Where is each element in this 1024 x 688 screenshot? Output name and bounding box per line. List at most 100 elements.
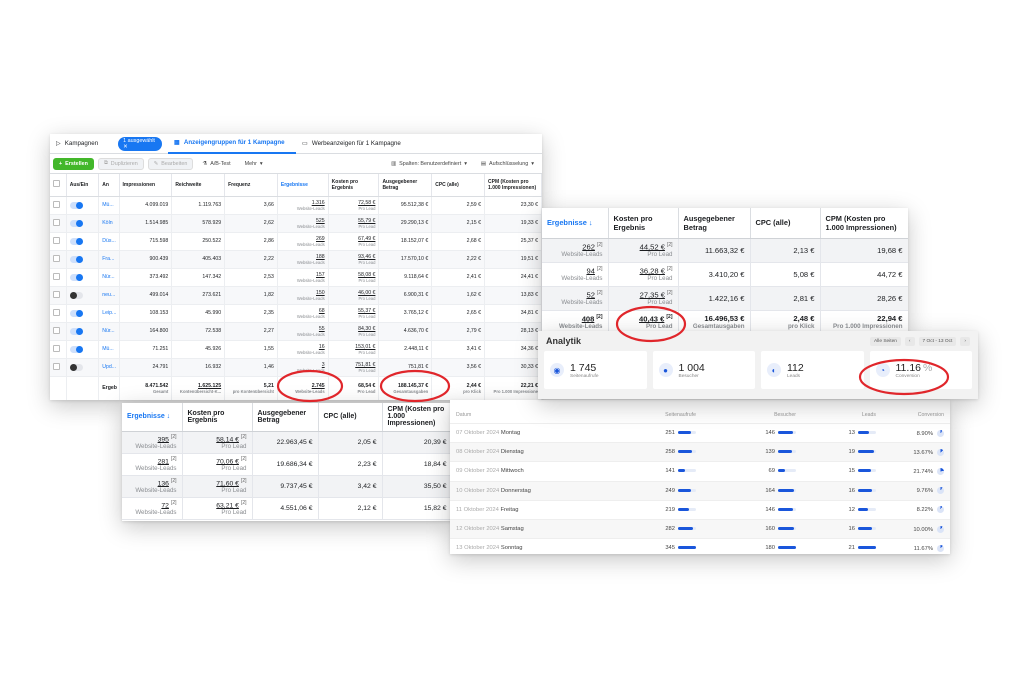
status-toggle[interactable]: [69, 219, 83, 227]
header-results[interactable]: Ergebnisse ↓: [122, 403, 183, 432]
results-value[interactable]: 3: [322, 362, 325, 368]
toggle-cell[interactable]: [66, 268, 100, 287]
row-checkbox-cell[interactable]: [50, 268, 67, 287]
toggle-cell[interactable]: [66, 250, 100, 269]
results-value[interactable]: 72: [161, 502, 169, 509]
col-date[interactable]: Datum: [456, 412, 596, 418]
row-checkbox-cell[interactable]: [50, 304, 67, 323]
cost-value[interactable]: 70,06 €: [216, 458, 239, 465]
cost-value[interactable]: 84,30 €: [358, 326, 375, 332]
prev-week-button[interactable]: ‹: [904, 336, 915, 346]
cost-value[interactable]: 93,46 €: [358, 254, 375, 260]
daily-row[interactable]: 09 Oktober 2024 Mittwoch 141 69 15 21.74%: [450, 462, 950, 482]
row-checkbox-cell[interactable]: [50, 214, 67, 233]
daily-row[interactable]: 07 Oktober 2024 Montag 251 146 13 8.90%: [450, 424, 950, 444]
abtest-button[interactable]: ⚗ A/B-Test: [197, 157, 236, 170]
duplicate-button[interactable]: ⧉ Duplizieren: [97, 157, 144, 170]
status-toggle[interactable]: [69, 345, 83, 353]
status-toggle[interactable]: [69, 363, 83, 371]
col-views[interactable]: Seitenaufrufe: [596, 412, 696, 418]
select-all-checkbox[interactable]: [53, 180, 60, 188]
cost-value[interactable]: 67,49 €: [358, 236, 375, 242]
table-row[interactable]: Nür... 164.800 72.538 2,27 55 Website-Leads 84…: [50, 322, 542, 341]
results-value[interactable]: 16: [319, 344, 325, 350]
row-checkbox-cell[interactable]: [50, 196, 67, 215]
row-checkbox[interactable]: [53, 326, 60, 334]
stat-card-besucher[interactable]: ● 1 004 Besucher: [652, 351, 755, 389]
toggle-cell[interactable]: [66, 322, 100, 341]
row-checkbox[interactable]: [53, 200, 60, 208]
adset-name[interactable]: Nür...: [98, 322, 120, 341]
header-cpm[interactable]: CPM (Kosten pro 1.000 Impressionen): [820, 208, 908, 239]
row-checkbox[interactable]: [53, 254, 60, 262]
toggle-cell[interactable]: [66, 196, 100, 215]
table-row[interactable]: Fra... 900.439 405.403 2,22 188 Website-Leads…: [50, 250, 542, 269]
toggle-cell[interactable]: [66, 232, 100, 251]
table-row[interactable]: 94 [2] Website-Leads 36,28 € [2] Pro Lead 3.41…: [542, 262, 908, 287]
header-cost-per-result[interactable]: Kosten pro Ergebnis: [328, 174, 380, 197]
results-value[interactable]: 262: [582, 242, 595, 251]
adset-name[interactable]: Fra...: [98, 250, 120, 269]
status-toggle[interactable]: [69, 327, 83, 335]
table-row[interactable]: 281 [2] Website-Leads 70,06 € [2] Pro Lead 19.…: [122, 453, 452, 476]
row-checkbox[interactable]: [53, 362, 60, 370]
results-value[interactable]: 150: [316, 290, 325, 296]
results-value[interactable]: 68: [319, 308, 325, 314]
stat-card-leads[interactable]: ◐ 112 Leads: [761, 351, 864, 389]
results-value[interactable]: 281: [158, 458, 169, 465]
toggle-cell[interactable]: [66, 304, 100, 323]
header-spend[interactable]: Ausgegebener Betrag: [378, 174, 433, 197]
daily-row[interactable]: 12 Oktober 2024 Samstag 282 160 16 10.00%: [450, 519, 950, 540]
cost-value[interactable]: 46,00 €: [358, 290, 375, 296]
toggle-cell[interactable]: [66, 340, 100, 359]
daily-row[interactable]: 10 Oktober 2024 Donnerstag 249 164 16 9.76%: [450, 481, 950, 501]
table-row[interactable]: neu... 499.014 273.621 1,82 150 Website-Leads…: [50, 286, 542, 305]
columns-button[interactable]: ▥ Spalten: Benutzerdefiniert ▾: [386, 157, 472, 170]
header-results[interactable]: Ergebnisse: [277, 174, 329, 197]
tab-adsets[interactable]: ▦ Anzeigengruppen für 1 Kampagne: [168, 134, 296, 154]
status-toggle[interactable]: [69, 273, 83, 281]
cost-value[interactable]: 55,37 €: [358, 308, 375, 314]
date-range[interactable]: 7 Oct - 13 Oct: [918, 336, 957, 346]
header-cpc[interactable]: CPC (alle): [431, 174, 486, 197]
status-toggle[interactable]: [69, 309, 83, 317]
table-row[interactable]: 52 [2] Website-Leads 27,35 € [2] Pro Lead 1.42…: [542, 286, 908, 311]
cost-value[interactable]: 58,08 €: [358, 272, 375, 278]
col-leads[interactable]: Leads: [796, 412, 876, 418]
results-value[interactable]: 55: [319, 326, 325, 332]
header-checkbox[interactable]: [50, 174, 67, 197]
row-checkbox-cell[interactable]: [50, 250, 67, 269]
results-value[interactable]: 188: [316, 254, 325, 260]
table-row[interactable]: 395 [2] Website-Leads 58,14 € [2] Pro Lead 22.…: [122, 431, 452, 454]
cost-value[interactable]: 71,60 €: [216, 480, 239, 487]
header-cost-per-result[interactable]: Kosten pro Ergebnis: [608, 208, 679, 239]
cost-value[interactable]: 751,81 €: [355, 362, 375, 368]
all-pages-dropdown[interactable]: Alle Seiten: [869, 336, 901, 346]
table-row[interactable]: Mü... 71.251 45.926 1,55 16 Website-Leads 153,…: [50, 340, 542, 359]
header-reach[interactable]: Reichweite: [171, 174, 226, 197]
adset-name[interactable]: Leip...: [98, 304, 120, 323]
header-impressions[interactable]: Impressionen: [119, 174, 173, 197]
adset-name[interactable]: neu...: [98, 286, 120, 305]
toggle-cell[interactable]: [66, 358, 100, 377]
table-row[interactable]: Mü... 4.099.019 1.119.763 3,66 1.316 Website-…: [50, 196, 542, 215]
adset-name[interactable]: Nür...: [98, 268, 120, 287]
header-name[interactable]: An: [98, 174, 120, 197]
cost-value[interactable]: 55,79 €: [358, 218, 375, 224]
results-value[interactable]: 395: [158, 436, 169, 443]
toggle-cell[interactable]: [66, 286, 100, 305]
adset-name[interactable]: Köln: [98, 214, 120, 233]
results-value[interactable]: 269: [316, 236, 325, 242]
header-cpc[interactable]: CPC (alle): [318, 403, 383, 432]
table-row[interactable]: Nür... 373.492 147.342 2,53 157 Website-Leads…: [50, 268, 542, 287]
header-toggle[interactable]: Aus/Ein: [66, 174, 100, 197]
row-checkbox-cell[interactable]: [50, 340, 67, 359]
adset-name[interactable]: Mü...: [98, 340, 120, 359]
cost-value[interactable]: 36,28 €: [640, 266, 665, 275]
results-value[interactable]: 1.316: [312, 200, 325, 206]
cost-value[interactable]: 58,14 €: [216, 436, 239, 443]
header-spend[interactable]: Ausgegebener Betrag: [252, 403, 319, 432]
create-button[interactable]: + Erstellen: [53, 157, 94, 170]
toggle-cell[interactable]: [66, 214, 100, 233]
results-value[interactable]: 525: [316, 218, 325, 224]
